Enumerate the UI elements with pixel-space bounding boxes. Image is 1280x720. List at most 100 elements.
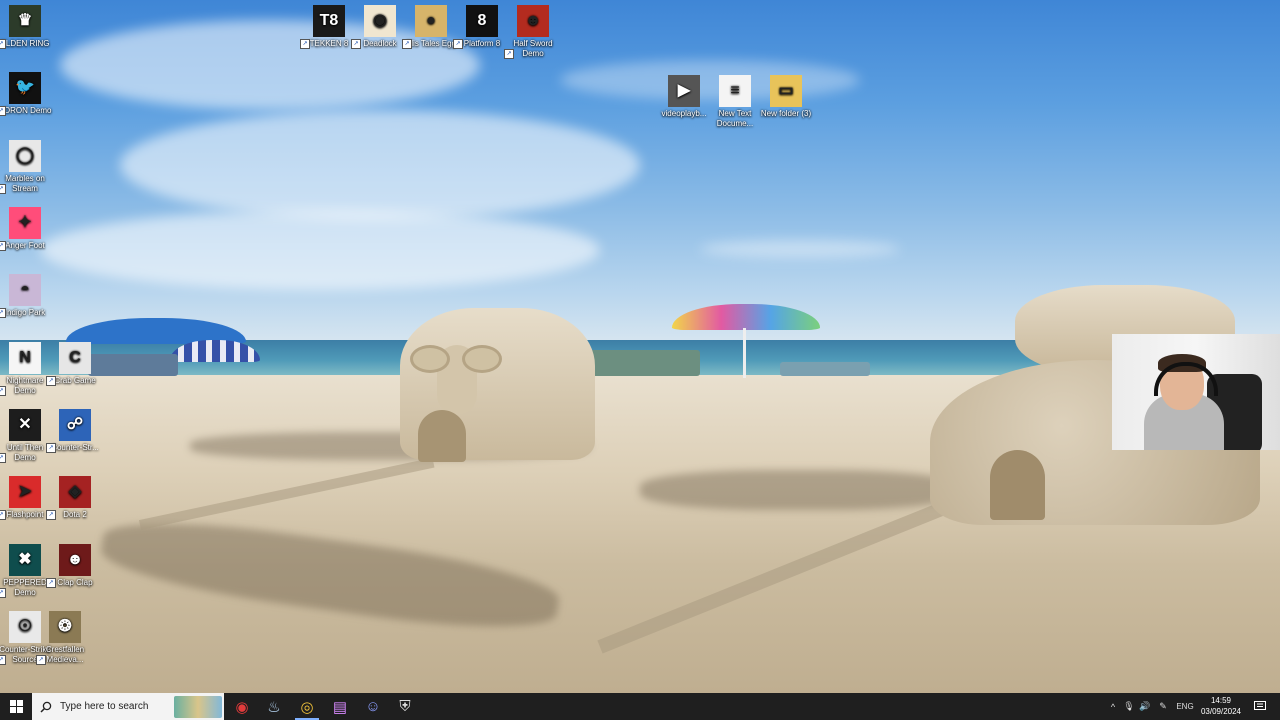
desktop-shortcut[interactable]: C ↗ Crab Game [46,342,104,386]
desktop-shortcut-label: Marbles on Stream [5,174,45,193]
desktop-shortcut[interactable]: ❂ ↗ Crestfallen Medieva... [36,611,94,665]
shortcut-arrow-icon: ↗ [300,39,310,49]
clock-time: 14:59 [1210,696,1232,705]
desktop-shortcut-label: videoplayb... [661,109,707,118]
shortcut-arrow-icon: ↗ [0,386,6,396]
shortcut-arrow-icon: ↗ [0,184,6,194]
shortcut-arrow-icon: ↗ [0,241,6,251]
taskbar-app[interactable]: ♨ [258,693,290,720]
desktop-shortcut[interactable]: T8 ↗ TEKKEN 8 [300,5,358,49]
beach-chairs [590,350,700,376]
shortcut-arrow-icon: ↗ [0,106,6,116]
desktop-shortcut[interactable]: ☻ ↗ Half Sword Demo [504,5,562,59]
desktop-shortcut[interactable]: ♛ ↗ ELDEN RING [0,5,54,49]
desktop-shortcut[interactable]: ☍ ↗ Counter-Str... [46,409,104,453]
desktop-shortcut[interactable]: ◉ ↗ Deadlock [351,5,409,49]
shadow [640,470,960,510]
until-then-icon: ✕ [9,409,41,441]
cloud [40,210,600,290]
taskbar-app[interactable]: ⛨ [389,693,421,720]
sandcastle-eye [462,345,502,373]
desktop-shortcut[interactable]: ▭ New folder (3) [757,75,815,119]
folder-icon: ▭ [770,75,802,107]
desktop-shortcut[interactable]: ◈ ↗ Dota 2 [46,476,104,520]
anger-foot-icon: ✦ [9,207,41,239]
shortcut-arrow-icon: ↗ [46,578,56,588]
chevron-up-icon: ^ [1110,701,1116,712]
taskbar-app[interactable]: ◎ [291,693,323,720]
vpn-shield-icon: ⛨ [399,698,411,715]
marbles-icon: ◯ [9,140,41,172]
desktop-shortcut-label: ELDEN RING [0,39,50,48]
taskbar: Type here to search ◉ ♨ ◎ ▤ ☺ ⛨ ^ 🎙 🔊 ✎ ENG 1… [0,693,1280,720]
desktop-shortcut-label: VORON Demo [0,106,52,115]
shortcut-arrow-icon: ↗ [36,655,46,665]
dota2-icon: ◈ [59,476,91,508]
notifications-button[interactable] [1248,693,1272,720]
taskbar-app[interactable]: ▤ [324,693,356,720]
shortcut-arrow-icon: ↗ [0,510,6,520]
microphone-icon[interactable]: 🎙 [1122,693,1136,720]
winrar-icon: ▤ [332,698,348,716]
shortcut-arrow-icon: ↗ [402,39,412,49]
shortcut-arrow-icon: ↗ [46,443,56,453]
desktop-shortcut[interactable]: ✦ ↗ Anger Foot [0,207,54,251]
discord-icon: ☺ [365,698,381,715]
search-highlight-image [174,696,222,718]
desktop-shortcut[interactable]: ◯ ↗ Marbles on Stream [0,140,54,194]
shortcut-arrow-icon: ↗ [0,453,6,463]
volume-icon[interactable]: 🔊 [1138,693,1152,720]
flashpoint-icon: ➤ [9,476,41,508]
language-indicator[interactable]: ENG [1174,693,1196,720]
beach-people [780,362,870,376]
elden-ring-icon: ♛ [9,5,41,37]
desktop-shortcut[interactable]: ● ↗ Elis Tales Egg [402,5,460,49]
desktop-shortcut[interactable]: ◓ ↗ Indigo Park [0,274,54,318]
voron-icon: 🐦 [9,72,41,104]
umbrella-pole [743,328,746,378]
crab-game-icon: C [59,342,91,374]
search-icon [40,701,52,713]
desktop-shortcut[interactable]: 8 ↗ Platform 8 [453,5,511,49]
desktop-shortcut[interactable]: ≡ New Text Docume... [706,75,764,129]
network-icon[interactable]: ✎ [1156,693,1170,720]
taskbar-app[interactable]: ◉ [226,693,258,720]
chrome-icon: ◎ [300,698,314,716]
shortcut-arrow-icon: ↗ [46,376,56,386]
desktop-shortcut[interactable]: 🐦 ↗ VORON Demo [0,72,54,116]
egg-icon: ● [415,5,447,37]
shortcut-arrow-icon: ↗ [0,39,6,49]
crestfallen-icon: ❂ [49,611,81,643]
shortcut-arrow-icon: ↗ [453,39,463,49]
desktop-wallpaper [0,0,1280,693]
show-hidden-icons-button[interactable]: ^ [1106,693,1120,720]
taskbar-search[interactable]: Type here to search [32,693,224,720]
clap-clap-icon: ☻ [59,544,91,576]
clock[interactable]: 14:59 03/09/2024 [1196,695,1246,717]
cloud [120,110,640,220]
counter-strike-icon: ☍ [59,409,91,441]
desktop-shortcut[interactable]: ☻ ↗ Clap Clap [46,544,104,588]
sandcastle-door [990,450,1045,520]
shortcut-arrow-icon: ↗ [0,655,6,665]
cloud [700,240,900,258]
desktop-shortcut-label: Anger Foot [5,241,45,250]
desktop-shortcut-label: New folder (3) [760,109,812,118]
platform8-icon: 8 [466,5,498,37]
desktop-shortcut[interactable]: ▶ videoplayb... [655,75,713,119]
shortcut-arrow-icon: ↗ [0,308,6,318]
search-placeholder: Type here to search [60,701,149,712]
half-sword-icon: ☻ [517,5,549,37]
sandcastle-door [418,410,466,462]
indigo-park-icon: ◓ [9,274,41,306]
obs-icon: ◉ [235,698,249,716]
clock-date: 03/09/2024 [1200,707,1242,716]
tekken8-icon: T8 [313,5,345,37]
start-button[interactable] [0,693,32,720]
taskbar-app[interactable]: ☺ [357,693,389,720]
video-file-icon: ▶ [668,75,700,107]
windows-logo-icon [9,700,23,713]
desktop-shortcut-label: Indigo Park [4,308,46,317]
deadlock-icon: ◉ [364,5,396,37]
sandcastle-eye [410,345,450,373]
